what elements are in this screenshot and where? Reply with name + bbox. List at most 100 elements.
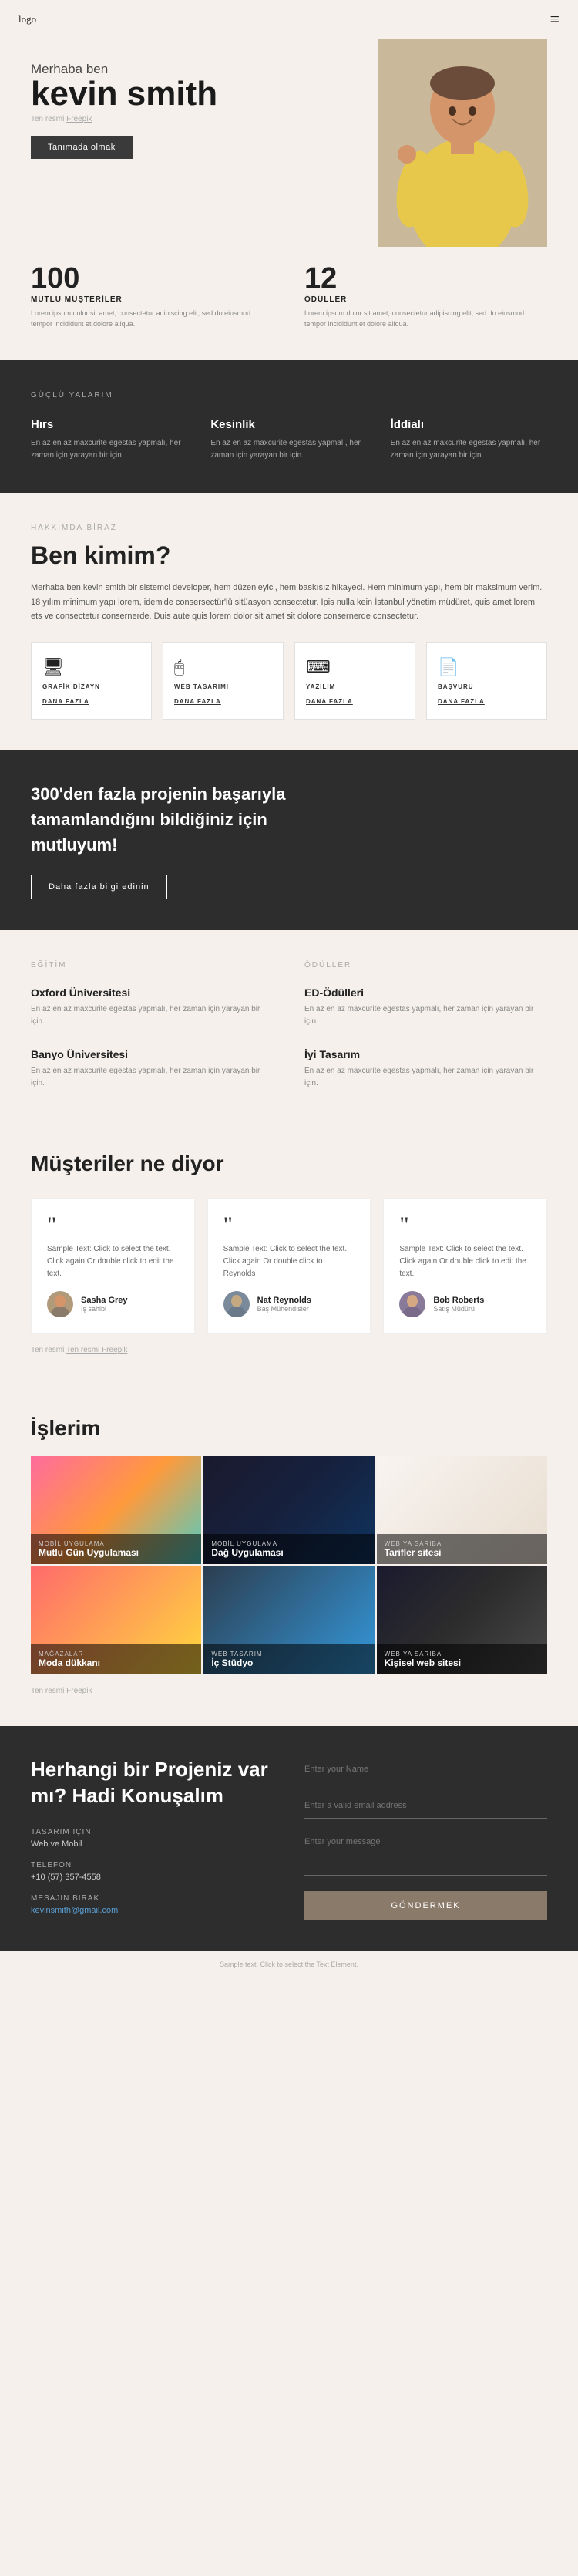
portfolio-category-5: WEB YA SARIBA <box>385 1650 539 1657</box>
portfolio-item-5[interactable]: WEB YA SARIBA Kişisel web sitesi <box>377 1566 547 1674</box>
stats-section: 100 MUTLU MÜŞTERİLER Lorem ipsum dolor s… <box>0 247 578 360</box>
contact-name-input[interactable] <box>304 1757 547 1782</box>
portfolio-category-0: MOBİL UYGULAMA <box>39 1540 193 1547</box>
contact-design-value: Web ve Mobil <box>31 1839 274 1849</box>
person-illustration <box>385 39 539 247</box>
contact-left: Herhangi bir Projeniz var mı? Hadi Konuş… <box>31 1757 274 1920</box>
portfolio-title-2: Tarifler sitesi <box>385 1547 539 1558</box>
stat-awards: 12 ÖDÜLLER Lorem ipsum dolor sit amet, c… <box>304 262 547 329</box>
about-title: Ben kimim? <box>31 541 547 570</box>
stat-desc-clients: Lorem ipsum dolor sit amet, consectetur … <box>31 309 274 329</box>
edu-desc-0: En az en az maxcurite egestas yapmalı, h… <box>31 1003 274 1028</box>
person-role-0: İş sahibi <box>81 1305 128 1313</box>
hero-cta-button[interactable]: Tanımada olmak <box>31 136 133 159</box>
about-label: HAKKIMDA BİRAZ <box>31 524 547 532</box>
testimonials-credit-link[interactable]: Ten resmi Freepik <box>66 1346 127 1354</box>
contact-phone-value: +10 (57) 357-4558 <box>31 1873 274 1882</box>
contact-right: GÖNDERMEK <box>304 1757 547 1920</box>
portfolio-item-1[interactable]: MOBİL UYGULAMA Dağ Uygulaması <box>203 1456 374 1564</box>
person-name-2: Bob Roberts <box>433 1296 484 1305</box>
portfolio-overlay-2: WEB YA SARIBA Tarifler sitesi <box>377 1534 547 1564</box>
contact-design-label: Tasarım için <box>31 1828 274 1836</box>
service-name-1: WEB TASARIMI <box>174 683 272 690</box>
service-icon-2: ⌨ <box>306 657 404 677</box>
award-item-0: ED-Ödülleri En az en az maxcurite egesta… <box>304 986 547 1028</box>
skills-label: GÜÇLÜ YALARIM <box>31 391 547 400</box>
skill-title-2: İddialı <box>391 418 547 431</box>
portfolio-item-0[interactable]: MOBİL UYGULAMA Mutlu Gün Uygulaması <box>31 1456 201 1564</box>
testimonial-text-2: Sample Text: Click to select the text. C… <box>399 1243 531 1280</box>
stat-label-awards: ÖDÜLLER <box>304 295 547 304</box>
portfolio-category-1: MOBİL UYGULAMA <box>211 1540 366 1547</box>
contact-phone-label: Telefon <box>31 1861 274 1870</box>
portfolio-item-2[interactable]: WEB YA SARIBA Tarifler sitesi <box>377 1456 547 1564</box>
avatar-0 <box>47 1291 73 1317</box>
portfolio-category-4: WEB TASARIM <box>211 1650 366 1657</box>
portfolio-section: İşlerim MOBİL UYGULAMA Mutlu Gün Uygulam… <box>0 1385 578 1726</box>
contact-title: Herhangi bir Projeniz var mı? Hadi Konuş… <box>31 1757 274 1809</box>
edu-item-1: Banyo Üniversitesi En az en az maxcurite… <box>31 1048 274 1090</box>
testimonial-card-0: " Sample Text: Click to select the text.… <box>31 1198 195 1334</box>
portfolio-category-2: WEB YA SARIBA <box>385 1540 539 1547</box>
cta-button[interactable]: Daha fazla bilgi edinin <box>31 875 167 899</box>
hero-credit-link[interactable]: Freepik <box>66 115 92 123</box>
hero-name: kevin smith <box>31 77 293 111</box>
portfolio-title-0: Mutlu Gün Uygulaması <box>39 1547 193 1558</box>
person-role-1: Baş Mühendisler <box>257 1305 311 1313</box>
award-name-1: İyi Tasarım <box>304 1048 547 1060</box>
cta-banner: 300'den fazla projenin başarıyla tamamla… <box>0 750 578 930</box>
contact-message-input[interactable] <box>304 1829 547 1876</box>
award-name-0: ED-Ödülleri <box>304 986 547 999</box>
about-text: Merhaba ben kevin smith bir sistemci dev… <box>31 581 547 624</box>
edu-item-0: Oxford Üniversitesi En az en az maxcurit… <box>31 986 274 1028</box>
edu-awards-section: EĞİTİM Oxford Üniversitesi En az en az m… <box>0 930 578 1121</box>
service-link-0[interactable]: DANA FAZLA <box>42 698 140 705</box>
awards-column: ÖDÜLLER ED-Ödülleri En az en az maxcurit… <box>304 961 547 1090</box>
award-desc-0: En az en az maxcurite egestas yapmalı, h… <box>304 1003 547 1028</box>
testimonial-person-1: Nat Reynolds Baş Mühendisler <box>223 1291 355 1317</box>
skill-desc-1: En az en az maxcurite egestas yapmalı, h… <box>210 437 367 462</box>
testimonial-text-1: Sample Text: Click to select the text. C… <box>223 1243 355 1280</box>
contact-message-label: Mesajın Bırak <box>31 1894 274 1903</box>
testimonials-credit: Ten resmi Ten resmi Freepik <box>31 1346 547 1354</box>
stat-happy-clients: 100 MUTLU MÜŞTERİLER Lorem ipsum dolor s… <box>31 262 274 329</box>
contact-email-input[interactable] <box>304 1793 547 1819</box>
services-grid: 🖥 GRAFİK DİZAYN DANA FAZLA 🖱 WEB TASARIM… <box>31 642 547 720</box>
skill-title-1: Kesinlik <box>210 418 367 431</box>
education-label: EĞİTİM <box>31 961 274 969</box>
about-section: HAKKIMDA BİRAZ Ben kimim? Merhaba ben ke… <box>0 493 578 750</box>
testimonial-text-0: Sample Text: Click to select the text. C… <box>47 1243 179 1280</box>
service-card-0: 🖥 GRAFİK DİZAYN DANA FAZLA <box>31 642 152 720</box>
service-link-2[interactable]: DANA FAZLA <box>306 698 404 705</box>
contact-email-link[interactable]: kevinsmith@gmail.com <box>31 1906 118 1915</box>
service-name-2: YAZILIM <box>306 683 404 690</box>
skill-item-2: İddialı En az en az maxcurite egestas ya… <box>391 418 547 462</box>
testimonial-card-2: " Sample Text: Click to select the text.… <box>383 1198 547 1334</box>
skills-grid: Hırs En az en az maxcurite egestas yapma… <box>31 418 547 462</box>
skill-item-1: Kesinlik En az en az maxcurite egestas y… <box>210 418 367 462</box>
service-link-3[interactable]: DANA FAZLA <box>438 698 536 705</box>
contact-submit-button[interactable]: GÖNDERMEK <box>304 1891 547 1920</box>
hamburger-icon[interactable]: ≡ <box>550 9 560 29</box>
logo: logo <box>18 13 36 25</box>
person-role-2: Satış Müdürü <box>433 1305 484 1313</box>
portfolio-title-4: İç Stüdyo <box>211 1657 366 1668</box>
edu-name-1: Banyo Üniversitesi <box>31 1048 274 1060</box>
service-link-1[interactable]: DANA FAZLA <box>174 698 272 705</box>
service-icon-0: 🖥 <box>42 657 140 677</box>
service-card-1: 🖱 WEB TASARIMI DANA FAZLA <box>163 642 284 720</box>
portfolio-credit-link[interactable]: Freepik <box>66 1687 92 1695</box>
awards-label: ÖDÜLLER <box>304 961 547 969</box>
portfolio-overlay-3: MAĞAZALAR Moda dükkanı <box>31 1644 201 1674</box>
education-column: EĞİTİM Oxford Üniversitesi En az en az m… <box>31 961 274 1090</box>
service-card-2: ⌨ YAZILIM DANA FAZLA <box>294 642 415 720</box>
skill-title-0: Hırs <box>31 418 187 431</box>
testimonial-person-0: Sasha Grey İş sahibi <box>47 1291 179 1317</box>
portfolio-item-4[interactable]: WEB TASARIM İç Stüdyo <box>203 1566 374 1674</box>
portfolio-overlay-4: WEB TASARIM İç Stüdyo <box>203 1644 374 1674</box>
award-item-1: İyi Tasarım En az en az maxcurite egesta… <box>304 1048 547 1090</box>
portfolio-item-3[interactable]: MAĞAZALAR Moda dükkanı <box>31 1566 201 1674</box>
service-card-3: 📄 BAŞVURU DANA FAZLA <box>426 642 547 720</box>
stat-label-clients: MUTLU MÜŞTERİLER <box>31 295 274 304</box>
portfolio-overlay-0: MOBİL UYGULAMA Mutlu Gün Uygulaması <box>31 1534 201 1564</box>
